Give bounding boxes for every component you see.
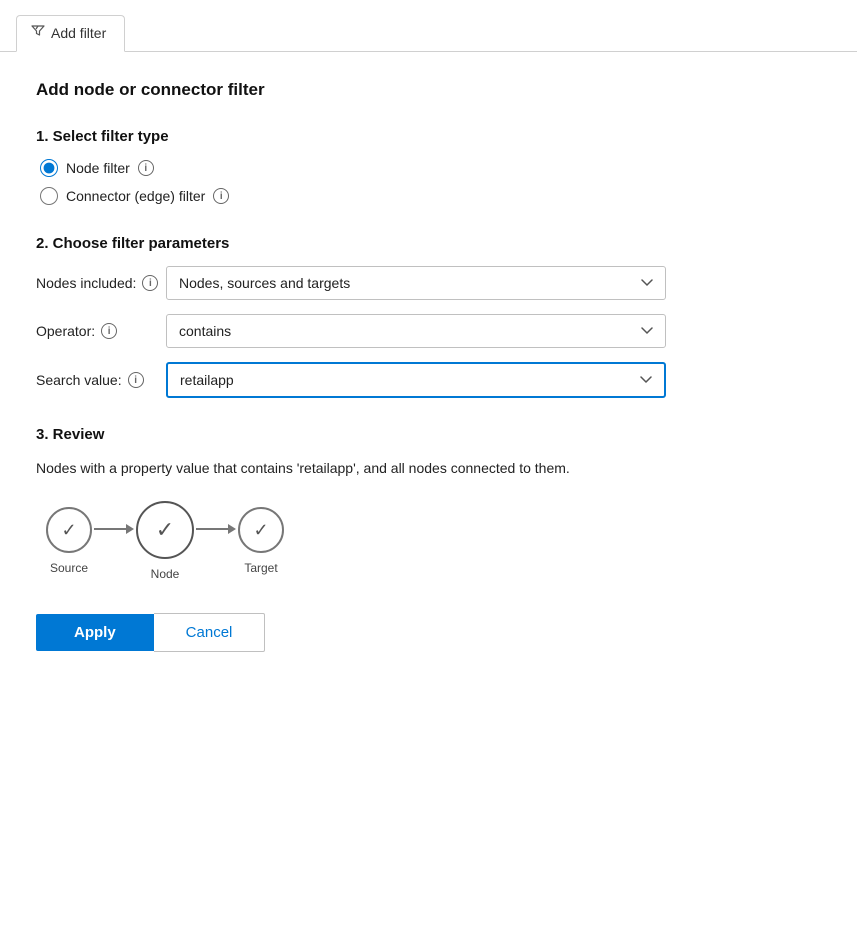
- connector-filter-radio[interactable]: [40, 187, 58, 205]
- operator-info-icon[interactable]: i: [101, 323, 117, 339]
- add-filter-tab[interactable]: Add filter: [16, 15, 125, 52]
- review-description: Nodes with a property value that contain…: [36, 457, 821, 479]
- search-value-control: retailapp: [166, 362, 821, 398]
- source-node-circle: ✓: [46, 507, 92, 553]
- review-section: 3. Review Nodes with a property value th…: [36, 426, 821, 581]
- target-node-item: ✓ Target: [238, 507, 284, 575]
- main-node-item: ✓ Node: [136, 501, 194, 581]
- arrow-node-to-target: [196, 524, 236, 534]
- operator-row: Operator: i contains equals starts with …: [36, 314, 821, 348]
- nodes-included-info-icon[interactable]: i: [142, 275, 158, 291]
- section-3-header: 3. Review: [36, 426, 821, 443]
- apply-button[interactable]: Apply: [36, 614, 154, 651]
- arrow-line-1: [94, 528, 126, 530]
- main-node-label: Node: [151, 567, 180, 581]
- section-1-header: 1. Select filter type: [36, 128, 821, 145]
- panel-title: Add node or connector filter: [36, 80, 821, 100]
- search-value-info-icon[interactable]: i: [128, 372, 144, 388]
- connector-filter-info-icon[interactable]: i: [213, 188, 229, 204]
- source-check-icon: ✓: [61, 520, 76, 541]
- source-node-label: Source: [50, 561, 88, 575]
- target-node-label: Target: [244, 561, 277, 575]
- nodes-included-row: Nodes included: i Nodes, sources and tar…: [36, 266, 821, 300]
- connector-filter-label: Connector (edge) filter: [66, 188, 205, 204]
- nodes-included-dropdown[interactable]: Nodes, sources and targets Nodes only So…: [166, 266, 666, 300]
- search-value-row: Search value: i retailapp: [36, 362, 821, 398]
- search-value-label: Search value: i: [36, 372, 166, 388]
- operator-label: Operator: i: [36, 323, 166, 339]
- section-2-header: 2. Choose filter parameters: [36, 235, 821, 252]
- search-value-dropdown[interactable]: retailapp: [166, 362, 666, 398]
- cancel-button[interactable]: Cancel: [154, 613, 266, 652]
- filter-tab-icon: [31, 24, 45, 41]
- connector-filter-option[interactable]: Connector (edge) filter i: [40, 187, 821, 205]
- node-filter-radio[interactable]: [40, 159, 58, 177]
- target-check-icon: ✓: [253, 520, 268, 541]
- operator-dropdown[interactable]: contains equals starts with ends with do…: [166, 314, 666, 348]
- arrowhead-1: [126, 524, 134, 534]
- main-node-check-icon: ✓: [156, 517, 174, 543]
- add-filter-tab-label: Add filter: [51, 25, 106, 41]
- main-node-circle: ✓: [136, 501, 194, 559]
- action-button-row: Apply Cancel: [36, 613, 821, 652]
- node-filter-option[interactable]: Node filter i: [40, 159, 821, 177]
- operator-control: contains equals starts with ends with do…: [166, 314, 821, 348]
- filter-params-group: Nodes included: i Nodes, sources and tar…: [36, 266, 821, 398]
- arrowhead-2: [228, 524, 236, 534]
- tab-bar: Add filter: [0, 0, 857, 52]
- node-filter-info-icon[interactable]: i: [138, 160, 154, 176]
- node-filter-label: Node filter: [66, 160, 130, 176]
- node-diagram: ✓ Source ✓ Node: [36, 501, 821, 581]
- arrow-source-to-node: [94, 524, 134, 534]
- nodes-included-label: Nodes included: i: [36, 275, 166, 291]
- target-node-circle: ✓: [238, 507, 284, 553]
- arrow-line-2: [196, 528, 228, 530]
- main-panel: Add node or connector filter 1. Select f…: [0, 52, 857, 684]
- source-node-item: ✓ Source: [46, 507, 92, 575]
- nodes-included-control: Nodes, sources and targets Nodes only So…: [166, 266, 821, 300]
- filter-type-radio-group: Node filter i Connector (edge) filter i: [36, 159, 821, 205]
